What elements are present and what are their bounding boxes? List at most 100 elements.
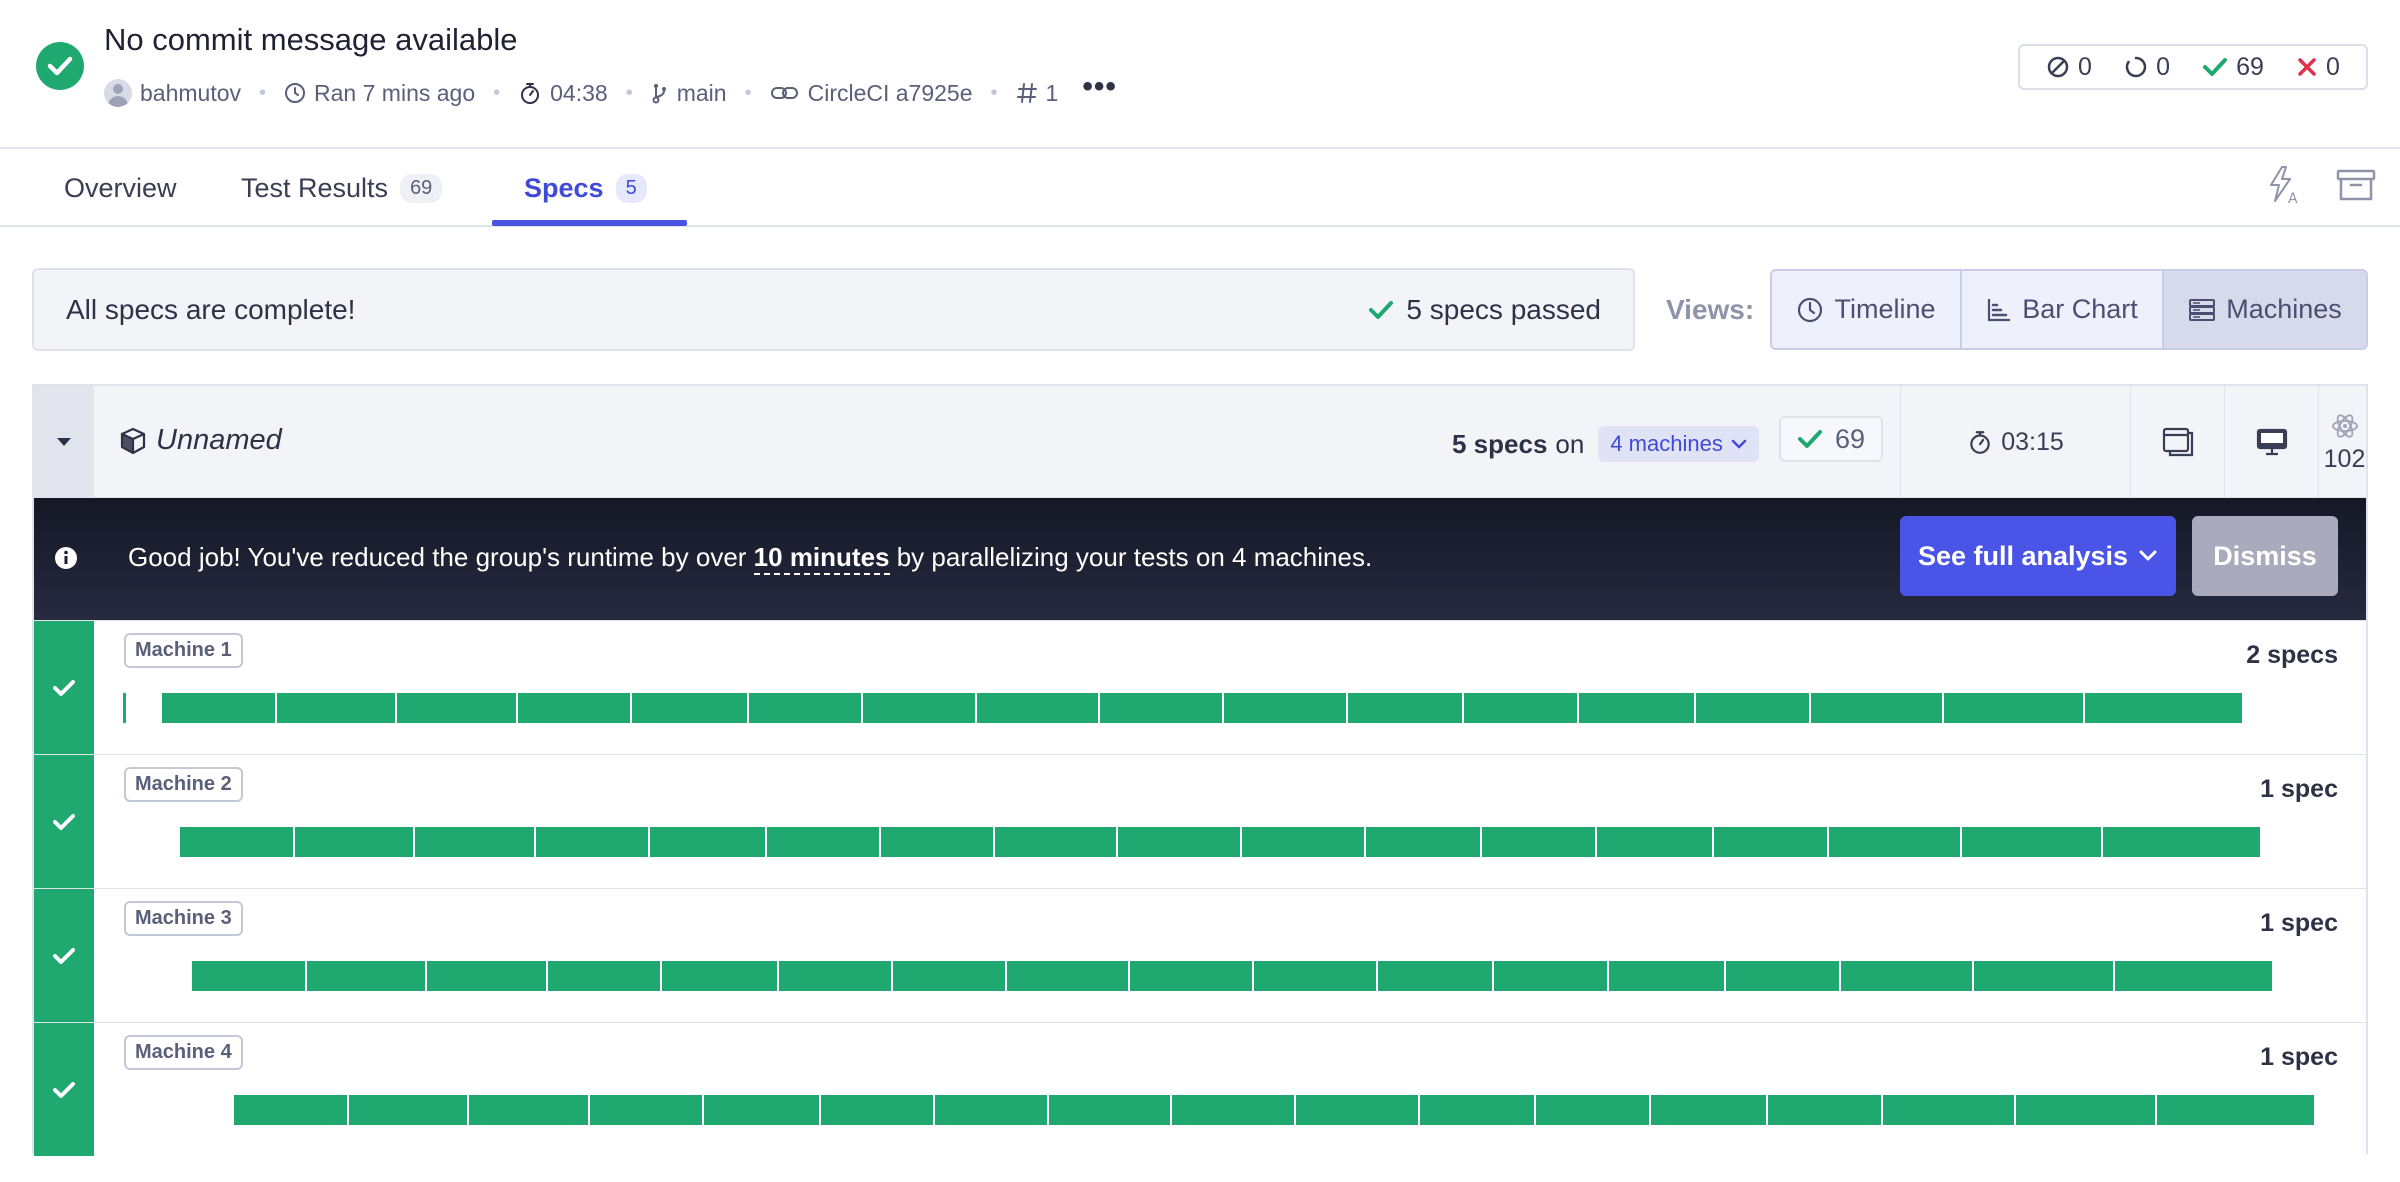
spec-bar-segment[interactable] bbox=[1651, 1095, 1766, 1125]
spec-timeline-bar[interactable] bbox=[192, 961, 2274, 991]
group-name: Unnamed bbox=[120, 424, 282, 457]
spec-bar-segment[interactable] bbox=[935, 1095, 1047, 1125]
spec-bar-segment[interactable] bbox=[821, 1095, 933, 1125]
spec-bar-segment[interactable] bbox=[1242, 827, 1364, 857]
spec-bar-segment[interactable] bbox=[234, 1095, 347, 1125]
spec-bar-segment[interactable] bbox=[1378, 961, 1492, 991]
spec-bar-segment[interactable] bbox=[1482, 827, 1595, 857]
spec-bar-segment[interactable] bbox=[1829, 827, 1960, 857]
spec-bar-segment[interactable] bbox=[1883, 1095, 2014, 1125]
run-header: No commit message available bahmutov • R… bbox=[0, 0, 2400, 147]
spec-bar-segment[interactable] bbox=[2157, 1095, 2314, 1125]
spec-timeline-bar[interactable] bbox=[180, 827, 2262, 857]
spec-bar-segment[interactable] bbox=[1420, 1095, 1534, 1125]
spec-bar-segment[interactable] bbox=[1944, 693, 2083, 723]
spec-bar-segment[interactable] bbox=[1811, 693, 1942, 723]
machines-dropdown[interactable]: 4 machines bbox=[1598, 426, 1759, 462]
spec-bar-segment[interactable] bbox=[1366, 827, 1480, 857]
spec-bar-segment[interactable] bbox=[1841, 961, 1972, 991]
spec-bar-segment[interactable] bbox=[180, 827, 293, 857]
skipped-count[interactable]: 0 bbox=[2046, 53, 2092, 82]
dismiss-button[interactable]: Dismiss bbox=[2192, 516, 2338, 596]
spec-bar-segment[interactable] bbox=[1172, 1095, 1294, 1125]
spec-bar-segment[interactable] bbox=[632, 693, 747, 723]
machine-row[interactable]: Machine 2 1 spec bbox=[34, 754, 2366, 888]
spec-bar-segment[interactable] bbox=[2103, 827, 2260, 857]
spec-bar-segment[interactable] bbox=[518, 693, 630, 723]
pending-count[interactable]: 0 bbox=[2124, 53, 2170, 82]
spec-bar-segment[interactable] bbox=[1696, 693, 1809, 723]
spec-bar-segment[interactable] bbox=[1464, 693, 1577, 723]
spec-bar-segment[interactable] bbox=[277, 693, 395, 723]
spec-bar-segment[interactable] bbox=[1007, 961, 1128, 991]
banner-highlight[interactable]: 10 minutes bbox=[753, 542, 890, 575]
author[interactable]: bahmutov bbox=[104, 79, 241, 107]
tab-test-results[interactable]: Test Results 69 bbox=[241, 149, 443, 227]
spec-bar-segment[interactable] bbox=[123, 693, 126, 723]
spec-bar-segment[interactable] bbox=[1494, 961, 1607, 991]
spec-bar-segment[interactable] bbox=[192, 961, 305, 991]
spec-bar-segment[interactable] bbox=[162, 693, 275, 723]
spec-bar-segment[interactable] bbox=[977, 693, 1098, 723]
archive-icon[interactable] bbox=[2336, 168, 2376, 202]
spec-bar-segment[interactable] bbox=[863, 693, 975, 723]
branch[interactable]: main bbox=[651, 80, 727, 107]
ci-link[interactable]: CircleCI a7925e bbox=[770, 80, 973, 107]
spec-bar-segment[interactable] bbox=[2085, 693, 2242, 723]
view-bar-chart-button[interactable]: Bar Chart bbox=[1962, 271, 2164, 348]
spec-bar-segment[interactable] bbox=[2016, 1095, 2155, 1125]
spec-bar-segment[interactable] bbox=[704, 1095, 819, 1125]
spec-bar-segment[interactable] bbox=[1254, 961, 1376, 991]
spec-bar-segment[interactable] bbox=[1296, 1095, 1418, 1125]
passed-count[interactable]: 69 bbox=[2202, 53, 2264, 82]
spec-bar-segment[interactable] bbox=[295, 827, 413, 857]
spec-bar-segment[interactable] bbox=[662, 961, 777, 991]
flaky-icon[interactable]: A bbox=[2266, 165, 2300, 205]
spec-bar-segment[interactable] bbox=[1726, 961, 1839, 991]
spec-bar-segment[interactable] bbox=[548, 961, 660, 991]
spec-bar-segment[interactable] bbox=[415, 827, 534, 857]
spec-bar-segment[interactable] bbox=[536, 827, 648, 857]
spec-bar-segment[interactable] bbox=[469, 1095, 588, 1125]
tab-overview[interactable]: Overview bbox=[64, 149, 177, 227]
spec-bar-segment[interactable] bbox=[349, 1095, 467, 1125]
tab-specs[interactable]: Specs 5 bbox=[524, 149, 647, 227]
machine-row[interactable]: Machine 3 1 spec bbox=[34, 888, 2366, 1022]
spec-bar-segment[interactable] bbox=[1348, 693, 1462, 723]
spec-bar-segment[interactable] bbox=[881, 827, 993, 857]
spec-bar-segment[interactable] bbox=[427, 961, 546, 991]
spec-bar-segment[interactable] bbox=[1130, 961, 1252, 991]
machine-row[interactable]: Machine 1 2 specs bbox=[34, 620, 2366, 754]
spec-bar-segment[interactable] bbox=[1579, 693, 1694, 723]
spec-timeline-bar[interactable] bbox=[162, 693, 2244, 723]
spec-bar-segment[interactable] bbox=[1768, 1095, 1881, 1125]
spec-bar-segment[interactable] bbox=[1609, 961, 1724, 991]
spec-bar-segment[interactable] bbox=[307, 961, 425, 991]
spec-bar-segment[interactable] bbox=[1536, 1095, 1649, 1125]
spec-bar-segment[interactable] bbox=[1962, 827, 2101, 857]
spec-bar-segment[interactable] bbox=[1974, 961, 2113, 991]
spec-bar-segment[interactable] bbox=[650, 827, 765, 857]
spec-bar-segment[interactable] bbox=[397, 693, 516, 723]
more-options-button[interactable]: ••• bbox=[1082, 72, 1117, 102]
failed-count[interactable]: 0 bbox=[2296, 53, 2340, 82]
collapse-toggle[interactable] bbox=[34, 386, 94, 498]
spec-bar-segment[interactable] bbox=[1597, 827, 1712, 857]
spec-bar-segment[interactable] bbox=[590, 1095, 702, 1125]
spec-bar-segment[interactable] bbox=[1714, 827, 1827, 857]
spec-bar-segment[interactable] bbox=[1224, 693, 1346, 723]
spec-bar-segment[interactable] bbox=[779, 961, 891, 991]
see-full-analysis-button[interactable]: See full analysis bbox=[1900, 516, 2176, 596]
spec-bar-segment[interactable] bbox=[893, 961, 1005, 991]
view-machines-button[interactable]: Machines bbox=[2164, 271, 2366, 348]
spec-bar-segment[interactable] bbox=[767, 827, 879, 857]
view-timeline-button[interactable]: Timeline bbox=[1772, 271, 1962, 348]
spec-bar-segment[interactable] bbox=[1118, 827, 1240, 857]
spec-bar-segment[interactable] bbox=[1049, 1095, 1170, 1125]
spec-bar-segment[interactable] bbox=[1100, 693, 1222, 723]
spec-bar-segment[interactable] bbox=[995, 827, 1116, 857]
spec-bar-segment[interactable] bbox=[749, 693, 861, 723]
spec-bar-segment[interactable] bbox=[2115, 961, 2272, 991]
spec-timeline-bar[interactable] bbox=[234, 1095, 2316, 1125]
machine-row[interactable]: Machine 4 1 spec bbox=[34, 1022, 2366, 1156]
